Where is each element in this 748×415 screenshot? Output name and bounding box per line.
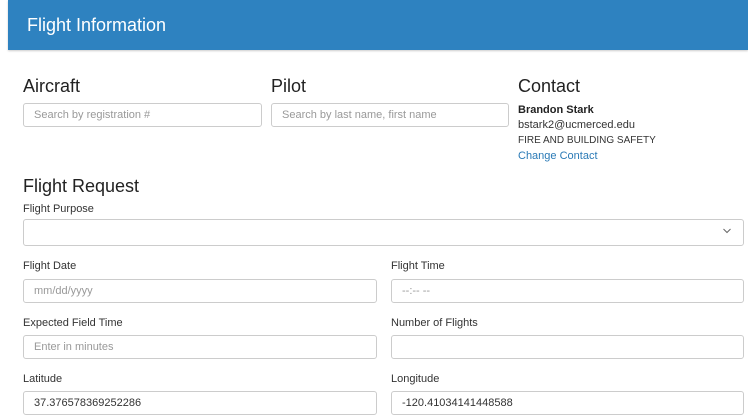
- contact-email: bstark2@ucmerced.edu: [518, 119, 635, 131]
- flight-time-input[interactable]: [391, 279, 744, 303]
- flight-date-input[interactable]: [23, 279, 377, 303]
- contact-department: FIRE AND BUILDING SAFETY: [518, 135, 656, 146]
- flight-time-label: Flight Time: [391, 260, 445, 272]
- num-flights-input[interactable]: [391, 335, 744, 359]
- flight-purpose-select[interactable]: [23, 219, 744, 246]
- field-time-label: Expected Field Time: [23, 317, 123, 329]
- num-flights-label: Number of Flights: [391, 317, 478, 329]
- latitude-input[interactable]: [23, 391, 377, 415]
- longitude-input[interactable]: [391, 391, 744, 415]
- longitude-label: Longitude: [391, 373, 440, 385]
- pilot-title: Pilot: [271, 76, 307, 96]
- page-header: Flight Information: [8, 0, 748, 50]
- flight-purpose-label: Flight Purpose: [23, 203, 94, 215]
- pilot-search-input[interactable]: [271, 103, 509, 127]
- chevron-down-icon: [723, 228, 731, 234]
- aircraft-title: Aircraft: [23, 76, 81, 96]
- header-title: Flight Information: [27, 15, 167, 35]
- contact-name: Brandon Stark: [518, 104, 594, 116]
- flight-request-title: Flight Request: [23, 176, 140, 196]
- latitude-label: Latitude: [23, 373, 63, 385]
- field-time-input[interactable]: [23, 335, 377, 359]
- flight-date-label: Flight Date: [23, 260, 77, 272]
- change-contact-link[interactable]: Change Contact: [518, 150, 598, 162]
- aircraft-search-input[interactable]: [23, 103, 262, 127]
- contact-title: Contact: [518, 76, 581, 96]
